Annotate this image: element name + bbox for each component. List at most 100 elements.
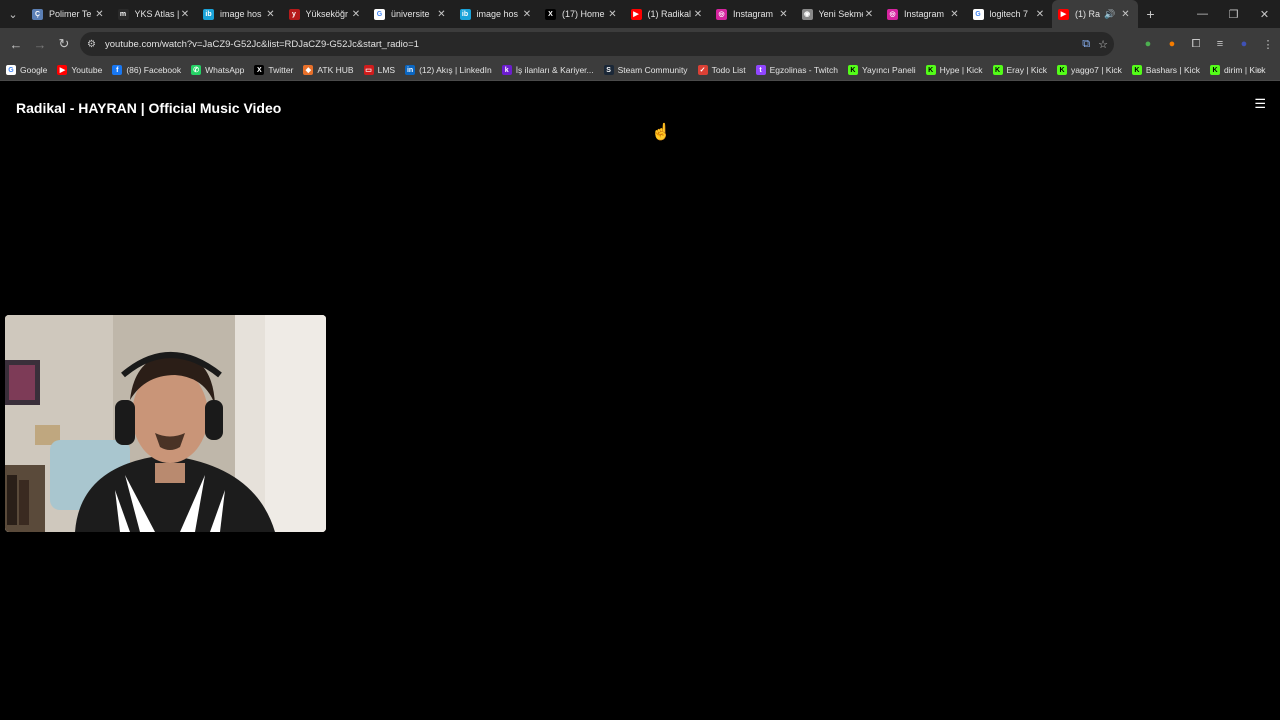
browser-tab[interactable]: ◎ Instagram ✕ xyxy=(710,0,796,28)
tab-favicon-icon: ▶ xyxy=(630,8,642,20)
bookmarks-overflow-icon[interactable]: » xyxy=(1256,60,1262,80)
browser-tab[interactable]: ib image hos ✕ xyxy=(197,0,283,28)
close-tab-icon[interactable]: ✕ xyxy=(350,9,362,20)
bookmark-favicon-icon: K xyxy=(1131,65,1142,75)
bookmark-item[interactable]: G Google xyxy=(6,65,47,75)
profile-avatar[interactable]: ● xyxy=(1232,38,1256,50)
browser-tab[interactable]: Ç Polimer Te ✕ xyxy=(26,0,112,28)
bookmark-favicon-icon: K xyxy=(992,65,1003,75)
close-tab-icon[interactable]: ✕ xyxy=(436,9,448,20)
tab-favicon-icon: X xyxy=(545,8,556,20)
bookmark-favicon-icon: ◆ xyxy=(303,65,314,75)
browser-tab[interactable]: ▶ (1) Radikal ✕ xyxy=(625,0,711,28)
bookmark-label: WhatsApp xyxy=(205,65,245,75)
browser-tab[interactable]: Glogitech 7 ✕ xyxy=(967,0,1053,28)
browser-tab[interactable]: Güniversite ✕ xyxy=(368,0,454,28)
chevron-down-icon[interactable]: ⌄ xyxy=(0,0,26,28)
bookmark-label: Yayıncı Paneli xyxy=(861,65,916,75)
bookmark-label: Google xyxy=(20,65,48,75)
bookmark-item[interactable]: ✓ Todo List xyxy=(697,65,746,75)
tab-title: image hos xyxy=(220,9,262,19)
new-tab-button[interactable]: + xyxy=(1138,6,1164,22)
close-tab-icon[interactable]: ✕ xyxy=(179,9,191,20)
bookmark-item[interactable]: in (12) Akış | LinkedIn xyxy=(405,65,492,75)
bookmark-item[interactable]: K Eray | Kick xyxy=(992,65,1047,75)
extension-orange-icon[interactable]: ● xyxy=(1160,38,1184,50)
bookmark-label: LMS xyxy=(377,65,396,75)
tab-title: Instagram xyxy=(733,9,774,19)
hand-cursor-icon: ☝ xyxy=(651,124,671,141)
close-tab-icon[interactable]: ✕ xyxy=(607,9,619,20)
close-tab-icon[interactable]: ✕ xyxy=(863,9,875,20)
close-tab-icon[interactable]: ✕ xyxy=(692,9,704,20)
toolbar-divider xyxy=(0,80,1280,81)
browser-tab[interactable]: X (17) Home ✕ xyxy=(539,0,625,28)
bookmark-item[interactable]: Kyaggo7 | Kick xyxy=(1056,65,1122,75)
browser-tab[interactable]: ◉ Yeni Sekme ✕ xyxy=(796,0,882,28)
close-tab-icon[interactable]: ✕ xyxy=(265,9,277,20)
browser-tab[interactable]: ◎ Instagram ✕ xyxy=(881,0,967,28)
close-window-icon[interactable]: ✕ xyxy=(1249,0,1280,28)
site-info-icon[interactable]: ⚙ xyxy=(87,39,101,50)
bookmark-favicon-icon: K xyxy=(1056,65,1067,75)
extensions-area: ● ● ⧠ ≡ ● ⋮ xyxy=(1136,28,1280,60)
browser-tab[interactable]: m YKS Atlas | ✕ xyxy=(112,0,198,28)
bookmark-favicon-icon: k xyxy=(501,65,512,75)
audio-playing-icon[interactable]: 🔊 xyxy=(1104,9,1115,20)
browser-tab[interactable]: y Yükseköğr ✕ xyxy=(283,0,369,28)
menu-kebab-icon[interactable]: ⋮ xyxy=(1256,38,1280,51)
playlist-icon[interactable]: ☰ xyxy=(1254,96,1266,112)
close-tab-icon[interactable]: ✕ xyxy=(1034,9,1046,20)
tab-favicon-icon: G xyxy=(972,8,984,20)
bookmark-favicon-icon: ▶ xyxy=(57,65,68,75)
bookmark-label: Egzolinas - Twitch xyxy=(769,65,838,75)
tab-title: (1) Radikal xyxy=(647,9,692,19)
bookmark-item[interactable]: ▭ LMS xyxy=(363,65,396,75)
forward-arrow-icon[interactable]: → xyxy=(28,32,52,56)
bookmark-item[interactable]: ◆ ATK HUB xyxy=(303,65,354,75)
bookmark-item[interactable]: k İş ilanları & Kariyer... xyxy=(501,65,594,75)
bookmark-label: (12) Akış | LinkedIn xyxy=(419,65,492,75)
bookmark-label: Steam Community xyxy=(617,65,688,75)
tab-favicon-icon: ◎ xyxy=(716,8,727,20)
tab-title: Instagram xyxy=(904,9,945,19)
bookmark-label: Youtube xyxy=(71,65,103,75)
bookmark-item[interactable]: ✆ WhatsApp xyxy=(191,65,244,75)
bookmark-favicon-icon: t xyxy=(755,65,766,75)
browser-tab[interactable]: ib image hos ✕ xyxy=(454,0,540,28)
back-arrow-icon[interactable]: ← xyxy=(4,32,28,56)
bookmark-favicon-icon: K xyxy=(847,65,858,75)
bookmark-item[interactable]: f (86) Facebook xyxy=(112,65,181,75)
bookmark-item[interactable]: K Hype | Kick xyxy=(925,65,983,75)
bookmark-item[interactable]: ▶ Youtube xyxy=(57,65,102,75)
translate-icon[interactable]: ⧉ xyxy=(1082,38,1090,51)
bookmark-favicon-icon: S xyxy=(603,65,614,75)
bookmark-item[interactable]: t Egzolinas - Twitch xyxy=(755,65,838,75)
close-tab-icon[interactable]: ✕ xyxy=(949,9,961,20)
reload-icon[interactable]: ↻ xyxy=(52,32,76,56)
video-title[interactable]: Radikal - HAYRAN | Official Music Video xyxy=(16,100,281,116)
bookmark-item[interactable]: S Steam Community xyxy=(603,65,688,75)
close-tab-icon[interactable]: ✕ xyxy=(1120,9,1132,20)
close-tab-icon[interactable]: ✕ xyxy=(521,9,533,20)
bookmark-item[interactable]: K Bashars | Kick xyxy=(1131,65,1200,75)
extension-green-icon[interactable]: ● xyxy=(1136,38,1160,50)
extensions-puzzle-icon[interactable]: ⧠ xyxy=(1184,38,1208,51)
bookmark-label: Hype | Kick xyxy=(939,65,983,75)
close-tab-icon[interactable]: ✕ xyxy=(778,9,790,20)
bookmark-item[interactable]: K Yayıncı Paneli xyxy=(847,65,916,75)
bookmark-item[interactable]: X Twitter xyxy=(254,65,293,75)
address-url[interactable]: youtube.com/watch?v=JaCZ9-G52Jc&list=RDJ… xyxy=(105,39,419,50)
media-control-icon[interactable]: ≡ xyxy=(1208,38,1232,50)
address-bar[interactable]: ⚙ youtube.com/watch?v=JaCZ9-G52Jc&list=R… xyxy=(80,32,1114,56)
browser-tab[interactable]: ▶ (1) Ra 🔊 ✕ xyxy=(1052,0,1138,28)
tab-title: Polimer Te xyxy=(49,9,92,19)
restore-icon[interactable]: ❐ xyxy=(1218,0,1249,28)
close-tab-icon[interactable]: ✕ xyxy=(94,9,106,20)
bookmark-label: (86) Facebook xyxy=(126,65,182,75)
bookmark-star-icon[interactable]: ☆ xyxy=(1098,38,1108,51)
bookmark-favicon-icon: G xyxy=(6,65,16,75)
tab-title: YKS Atlas | xyxy=(134,9,180,19)
minimize-icon[interactable]: — xyxy=(1187,0,1218,28)
bookmark-favicon-icon: ✆ xyxy=(191,65,202,75)
